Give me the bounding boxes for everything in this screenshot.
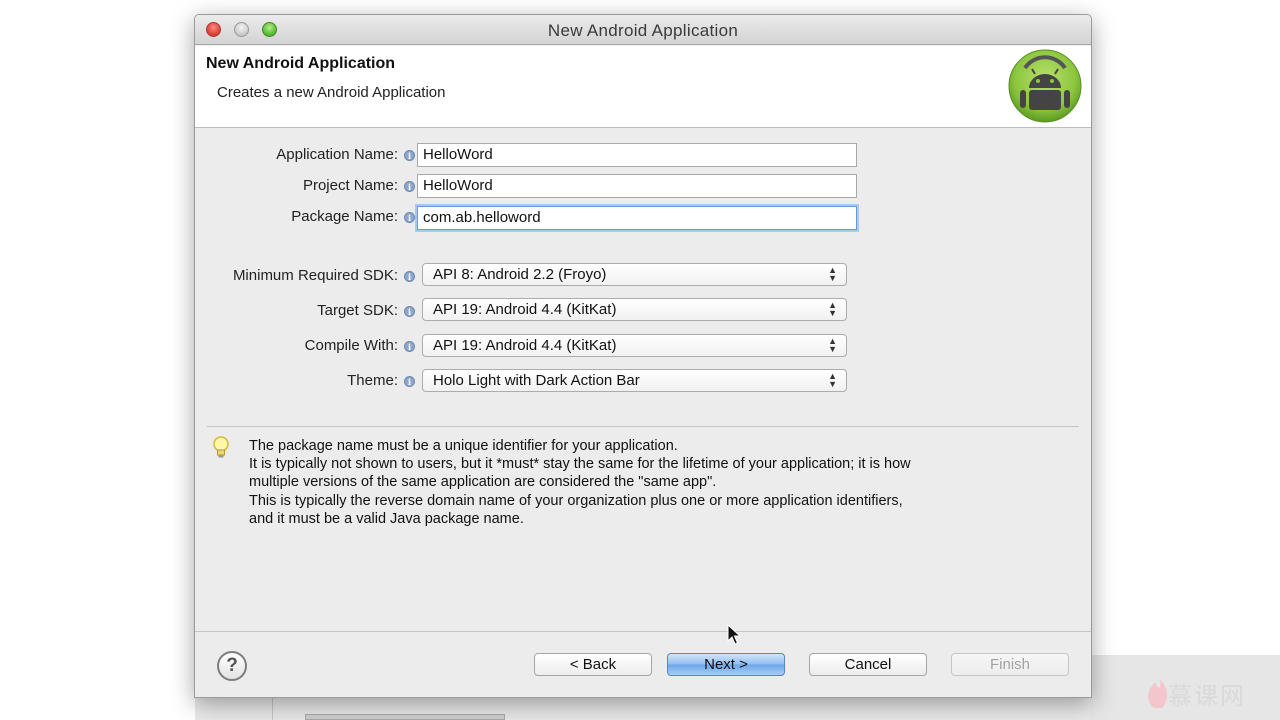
target-sdk-label: Target SDK: — [317, 302, 398, 319]
mouse-cursor-icon — [727, 624, 741, 645]
package-name-label: Package Name: — [291, 208, 398, 225]
minimum-sdk-value: API 8: Android 2.2 (Froyo) — [433, 266, 607, 283]
help-text-line: The package name must be a unique identi… — [249, 438, 678, 454]
info-icon: i — [404, 271, 415, 282]
compile-with-label: Compile With: — [304, 337, 398, 354]
theme-select[interactable]: Holo Light with Dark Action Bar ▲ ▼ — [422, 369, 847, 392]
target-sdk-select[interactable]: API 19: Android 4.4 (KitKat) ▲ ▼ — [422, 298, 847, 321]
package-name-input[interactable]: com.ab.helloword — [417, 206, 857, 230]
application-name-label: Application Name: — [276, 146, 398, 163]
background-divider — [272, 698, 273, 720]
stepper-arrows-icon: ▲ ▼ — [828, 265, 837, 283]
wizard-description: Creates a new Android Application — [217, 84, 446, 101]
lightbulb-icon — [213, 436, 229, 458]
application-name-input[interactable]: HelloWord — [417, 143, 857, 167]
cancel-button[interactable]: Cancel — [809, 653, 927, 676]
title-bar[interactable]: New Android Application — [195, 15, 1091, 45]
wizard-title: New Android Application — [206, 55, 396, 72]
form-separator — [207, 426, 1079, 427]
compile-with-select[interactable]: API 19: Android 4.4 (KitKat) ▲ ▼ — [422, 334, 847, 357]
theme-value: Holo Light with Dark Action Bar — [433, 372, 640, 389]
info-icon: i — [404, 341, 415, 352]
help-text-line: and it must be a valid Java package name… — [249, 511, 524, 527]
help-text-line: It is typically not shown to users, but … — [249, 456, 911, 472]
background-scrollbar — [305, 714, 505, 720]
minimum-sdk-label: Minimum Required SDK: — [232, 267, 398, 284]
finish-button: Finish — [951, 653, 1069, 676]
footer-separator — [195, 631, 1091, 632]
project-name-label: Project Name: — [302, 177, 398, 194]
help-button[interactable]: ? — [217, 651, 247, 681]
wizard-header: New Android Application Creates a new An… — [195, 46, 1091, 128]
compile-with-value: API 19: Android 4.4 (KitKat) — [433, 337, 617, 354]
stepper-arrows-icon: ▲ ▼ — [828, 300, 837, 318]
back-button[interactable]: < Back — [534, 653, 652, 676]
info-icon: i — [404, 306, 415, 317]
next-button[interactable]: Next > — [667, 653, 785, 676]
target-sdk-value: API 19: Android 4.4 (KitKat) — [433, 301, 617, 318]
project-name-input[interactable]: HelloWord — [417, 174, 857, 198]
info-icon: i — [404, 212, 415, 223]
watermark-text: 慕课网 — [1168, 682, 1246, 710]
stepper-arrows-icon: ▲ ▼ — [828, 371, 837, 389]
help-text-line: multiple versions of the same applicatio… — [249, 474, 717, 490]
info-icon: i — [404, 181, 415, 192]
info-icon: i — [404, 376, 415, 387]
minimum-sdk-select[interactable]: API 8: Android 2.2 (Froyo) ▲ ▼ — [422, 263, 847, 286]
desktop-background — [1090, 0, 1280, 720]
help-text-line: This is typically the reverse domain nam… — [249, 493, 903, 509]
new-android-application-dialog: New Android Application New Android Appl… — [194, 14, 1092, 698]
info-icon: i — [404, 150, 415, 161]
theme-label: Theme: — [347, 372, 398, 389]
stepper-arrows-icon: ▲ ▼ — [828, 336, 837, 354]
window-title: New Android Application — [547, 21, 739, 40]
android-logo-icon — [1008, 49, 1082, 123]
